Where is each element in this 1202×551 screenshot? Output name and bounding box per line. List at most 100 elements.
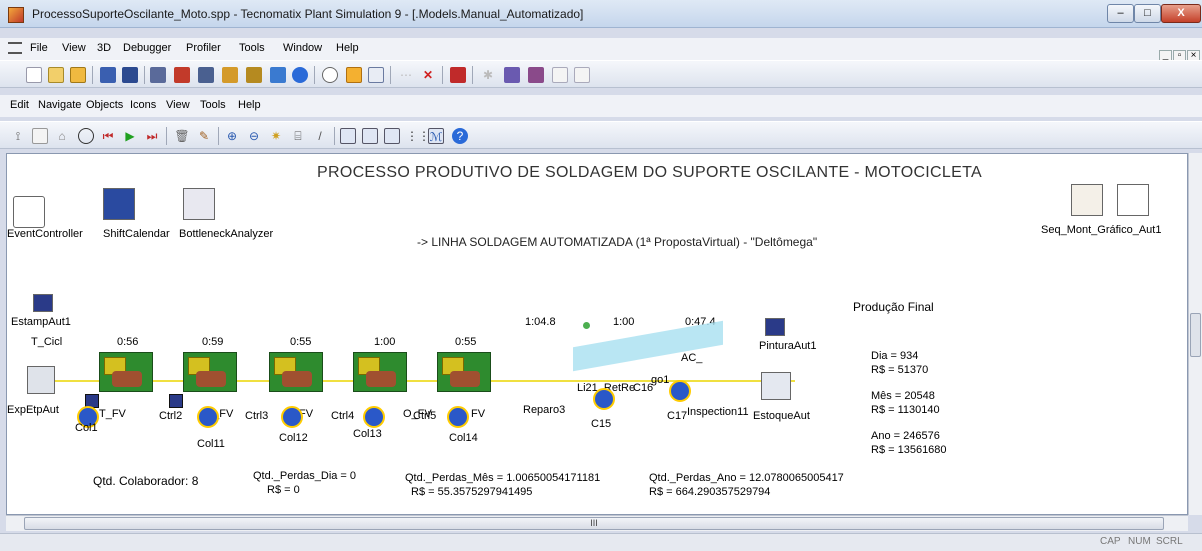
model-canvas[interactable]: PROCESSO PRODUTIVO DE SOLDAGEM DO SUPORT…	[6, 153, 1188, 515]
weld-station-2[interactable]	[183, 352, 237, 392]
home-icon[interactable]: ⌂	[54, 128, 70, 144]
menu-tools[interactable]: Tools	[239, 42, 265, 54]
table-icon[interactable]	[1071, 184, 1103, 216]
close-button[interactable]: X	[1161, 4, 1201, 23]
producao-heading: Produção Final	[853, 300, 934, 314]
producao-mes-rs: R$ = 1130140	[871, 404, 940, 416]
menu-frame-view[interactable]: View	[166, 99, 190, 111]
frame-icon[interactable]	[150, 67, 166, 83]
bottleneck-analyzer-icon[interactable]	[183, 188, 215, 220]
menu-file[interactable]: File	[30, 42, 48, 54]
timer-icon[interactable]	[78, 128, 94, 144]
weld-station-5[interactable]	[437, 352, 491, 392]
weld-station-1[interactable]	[99, 352, 153, 392]
collaborator-icon[interactable]	[197, 406, 219, 428]
icon-view-icon[interactable]	[340, 128, 356, 144]
connector-mode-icon[interactable]	[362, 128, 378, 144]
cap-indicator: CAP	[1100, 536, 1121, 547]
chart-icon[interactable]	[1117, 184, 1149, 216]
event-icon[interactable]	[346, 67, 362, 83]
title-bar: ProcessoSuporteOscilante_Moto.spp - Tecn…	[0, 0, 1202, 28]
calendar-icon[interactable]	[174, 67, 190, 83]
menu-icons[interactable]: Icons	[130, 99, 156, 111]
clock-icon[interactable]	[322, 67, 338, 83]
drain-icon[interactable]	[761, 372, 791, 400]
new-icon[interactable]	[26, 67, 42, 83]
menu-help[interactable]: Help	[336, 42, 359, 54]
open-icon[interactable]	[48, 67, 64, 83]
console-icon[interactable]	[574, 67, 590, 83]
network-icon[interactable]	[270, 67, 286, 83]
collaborator-icon[interactable]	[447, 406, 469, 428]
menu-edit[interactable]: Edit	[10, 99, 29, 111]
help-icon[interactable]	[292, 67, 308, 83]
book-icon[interactable]	[246, 67, 262, 83]
output-icon[interactable]	[552, 67, 568, 83]
worker-icon[interactable]	[593, 388, 615, 410]
estamp-icon[interactable]	[33, 294, 53, 312]
weld-station-3[interactable]	[269, 352, 323, 392]
separator	[218, 127, 219, 145]
debug-icon[interactable]: ✱	[480, 67, 496, 83]
frame-help-icon[interactable]: ?	[452, 128, 468, 144]
menu-grip-icon	[8, 42, 22, 54]
menu-frame-help[interactable]: Help	[238, 99, 261, 111]
horizontal-scrollbar[interactable]: III	[6, 515, 1188, 531]
library-icon[interactable]	[222, 67, 238, 83]
trash-icon[interactable]: 🗑	[174, 128, 190, 144]
menu-frame-tools[interactable]: Tools	[200, 99, 226, 111]
statistics-icon[interactable]	[528, 67, 544, 83]
shift-calendar-icon[interactable]	[103, 188, 135, 220]
vertical-scrollbar[interactable]	[1188, 153, 1202, 515]
perdas-dia: Qtd._Perdas_Dia = 0	[253, 470, 357, 482]
menu-profiler[interactable]: Profiler	[186, 42, 221, 54]
vertical-scroll-thumb[interactable]	[1190, 313, 1201, 357]
menu-3d[interactable]: 3D	[97, 42, 111, 54]
maximize-button[interactable]: □	[1134, 4, 1161, 23]
connector-icon[interactable]: ⋯	[398, 67, 414, 83]
menu-view[interactable]: View	[62, 42, 86, 54]
separator	[442, 66, 443, 84]
collaborator-icon[interactable]	[363, 406, 385, 428]
pintura-icon[interactable]	[765, 318, 785, 336]
menu-objects[interactable]: Objects	[86, 99, 123, 111]
reset-icon[interactable]: ⏮	[100, 128, 116, 144]
perdas-mes: Qtd._Perdas_Mês = 1.00650054171181	[405, 472, 601, 484]
event-controller-icon[interactable]	[13, 196, 45, 228]
camera-icon[interactable]: ⌸	[290, 128, 306, 144]
start-icon[interactable]: ▶	[122, 128, 138, 144]
open-location-icon[interactable]: ⟟	[10, 128, 26, 144]
worker-icon[interactable]	[669, 380, 691, 402]
brush-icon[interactable]: ✎	[196, 128, 212, 144]
save-icon[interactable]	[100, 67, 116, 83]
profiler-icon[interactable]	[504, 67, 520, 83]
ac-label: AC_	[681, 352, 703, 364]
menu-debugger[interactable]: Debugger	[123, 42, 171, 54]
ctrl-icon[interactable]	[169, 394, 183, 408]
menu-window[interactable]: Window	[283, 42, 322, 54]
zoom-out-icon[interactable]: ⊖	[246, 128, 262, 144]
zoom-in-icon[interactable]: ⊕	[224, 128, 240, 144]
window-icon[interactable]	[198, 67, 214, 83]
collaborator-icon[interactable]	[281, 406, 303, 428]
tcicl-label: T_Cicl	[31, 336, 63, 348]
grid-toggle-icon[interactable]: ⋮⋮	[406, 128, 430, 144]
source-icon[interactable]	[27, 366, 55, 394]
menu-navigate[interactable]: Navigate	[38, 99, 81, 111]
grid-icon[interactable]	[368, 67, 384, 83]
zoom-fit-icon[interactable]: ✷	[268, 128, 284, 144]
save-as-icon[interactable]	[122, 67, 138, 83]
comment-icon[interactable]	[384, 128, 400, 144]
delete-connector-icon[interactable]: ✕	[420, 67, 436, 83]
weld-station-4[interactable]	[353, 352, 407, 392]
open-folder-icon[interactable]	[70, 67, 86, 83]
horizontal-scroll-thumb[interactable]: III	[24, 517, 1164, 530]
minimize-button[interactable]: –	[1107, 4, 1134, 23]
pencil-icon[interactable]: /	[312, 128, 328, 144]
step-icon[interactable]: ⏭	[144, 128, 160, 144]
col-label-2: Col11	[197, 438, 225, 450]
go-label: go1	[651, 374, 670, 386]
model-icon[interactable]	[450, 67, 466, 83]
open-origin-icon[interactable]	[32, 128, 48, 144]
curve-icon[interactable]: ℳ	[428, 128, 444, 144]
